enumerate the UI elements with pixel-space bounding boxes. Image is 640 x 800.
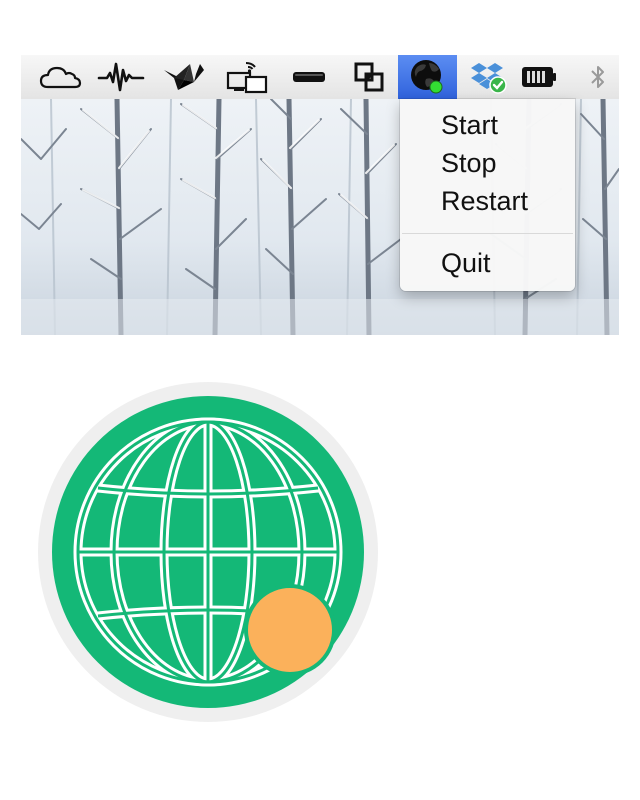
globe-status-icon[interactable] <box>398 55 457 99</box>
menu-item-restart[interactable]: Restart <box>441 183 528 219</box>
bluetooth-icon[interactable] <box>583 55 613 99</box>
dropbox-synced-icon[interactable] <box>461 55 517 99</box>
cloud-icon[interactable] <box>35 55 85 99</box>
paper-crane-icon[interactable] <box>157 55 211 99</box>
minus-bar-icon[interactable] <box>285 55 333 99</box>
menu-separator <box>402 233 573 234</box>
menu-bar <box>21 55 619 100</box>
activity-monitor-icon[interactable] <box>95 55 147 99</box>
battery-icon[interactable] <box>517 55 561 99</box>
menu-item-start[interactable]: Start <box>441 107 498 143</box>
menu-item-quit[interactable]: Quit <box>441 245 491 281</box>
status-menu-dropdown: Start Stop Restart Quit <box>400 99 575 291</box>
window-switch-icon[interactable] <box>343 55 395 99</box>
airplay-display-icon[interactable] <box>221 55 273 99</box>
globe-app-icon <box>36 380 380 724</box>
screenshot-root: Start Stop Restart Quit <box>0 0 640 800</box>
menu-item-stop[interactable]: Stop <box>441 145 497 181</box>
